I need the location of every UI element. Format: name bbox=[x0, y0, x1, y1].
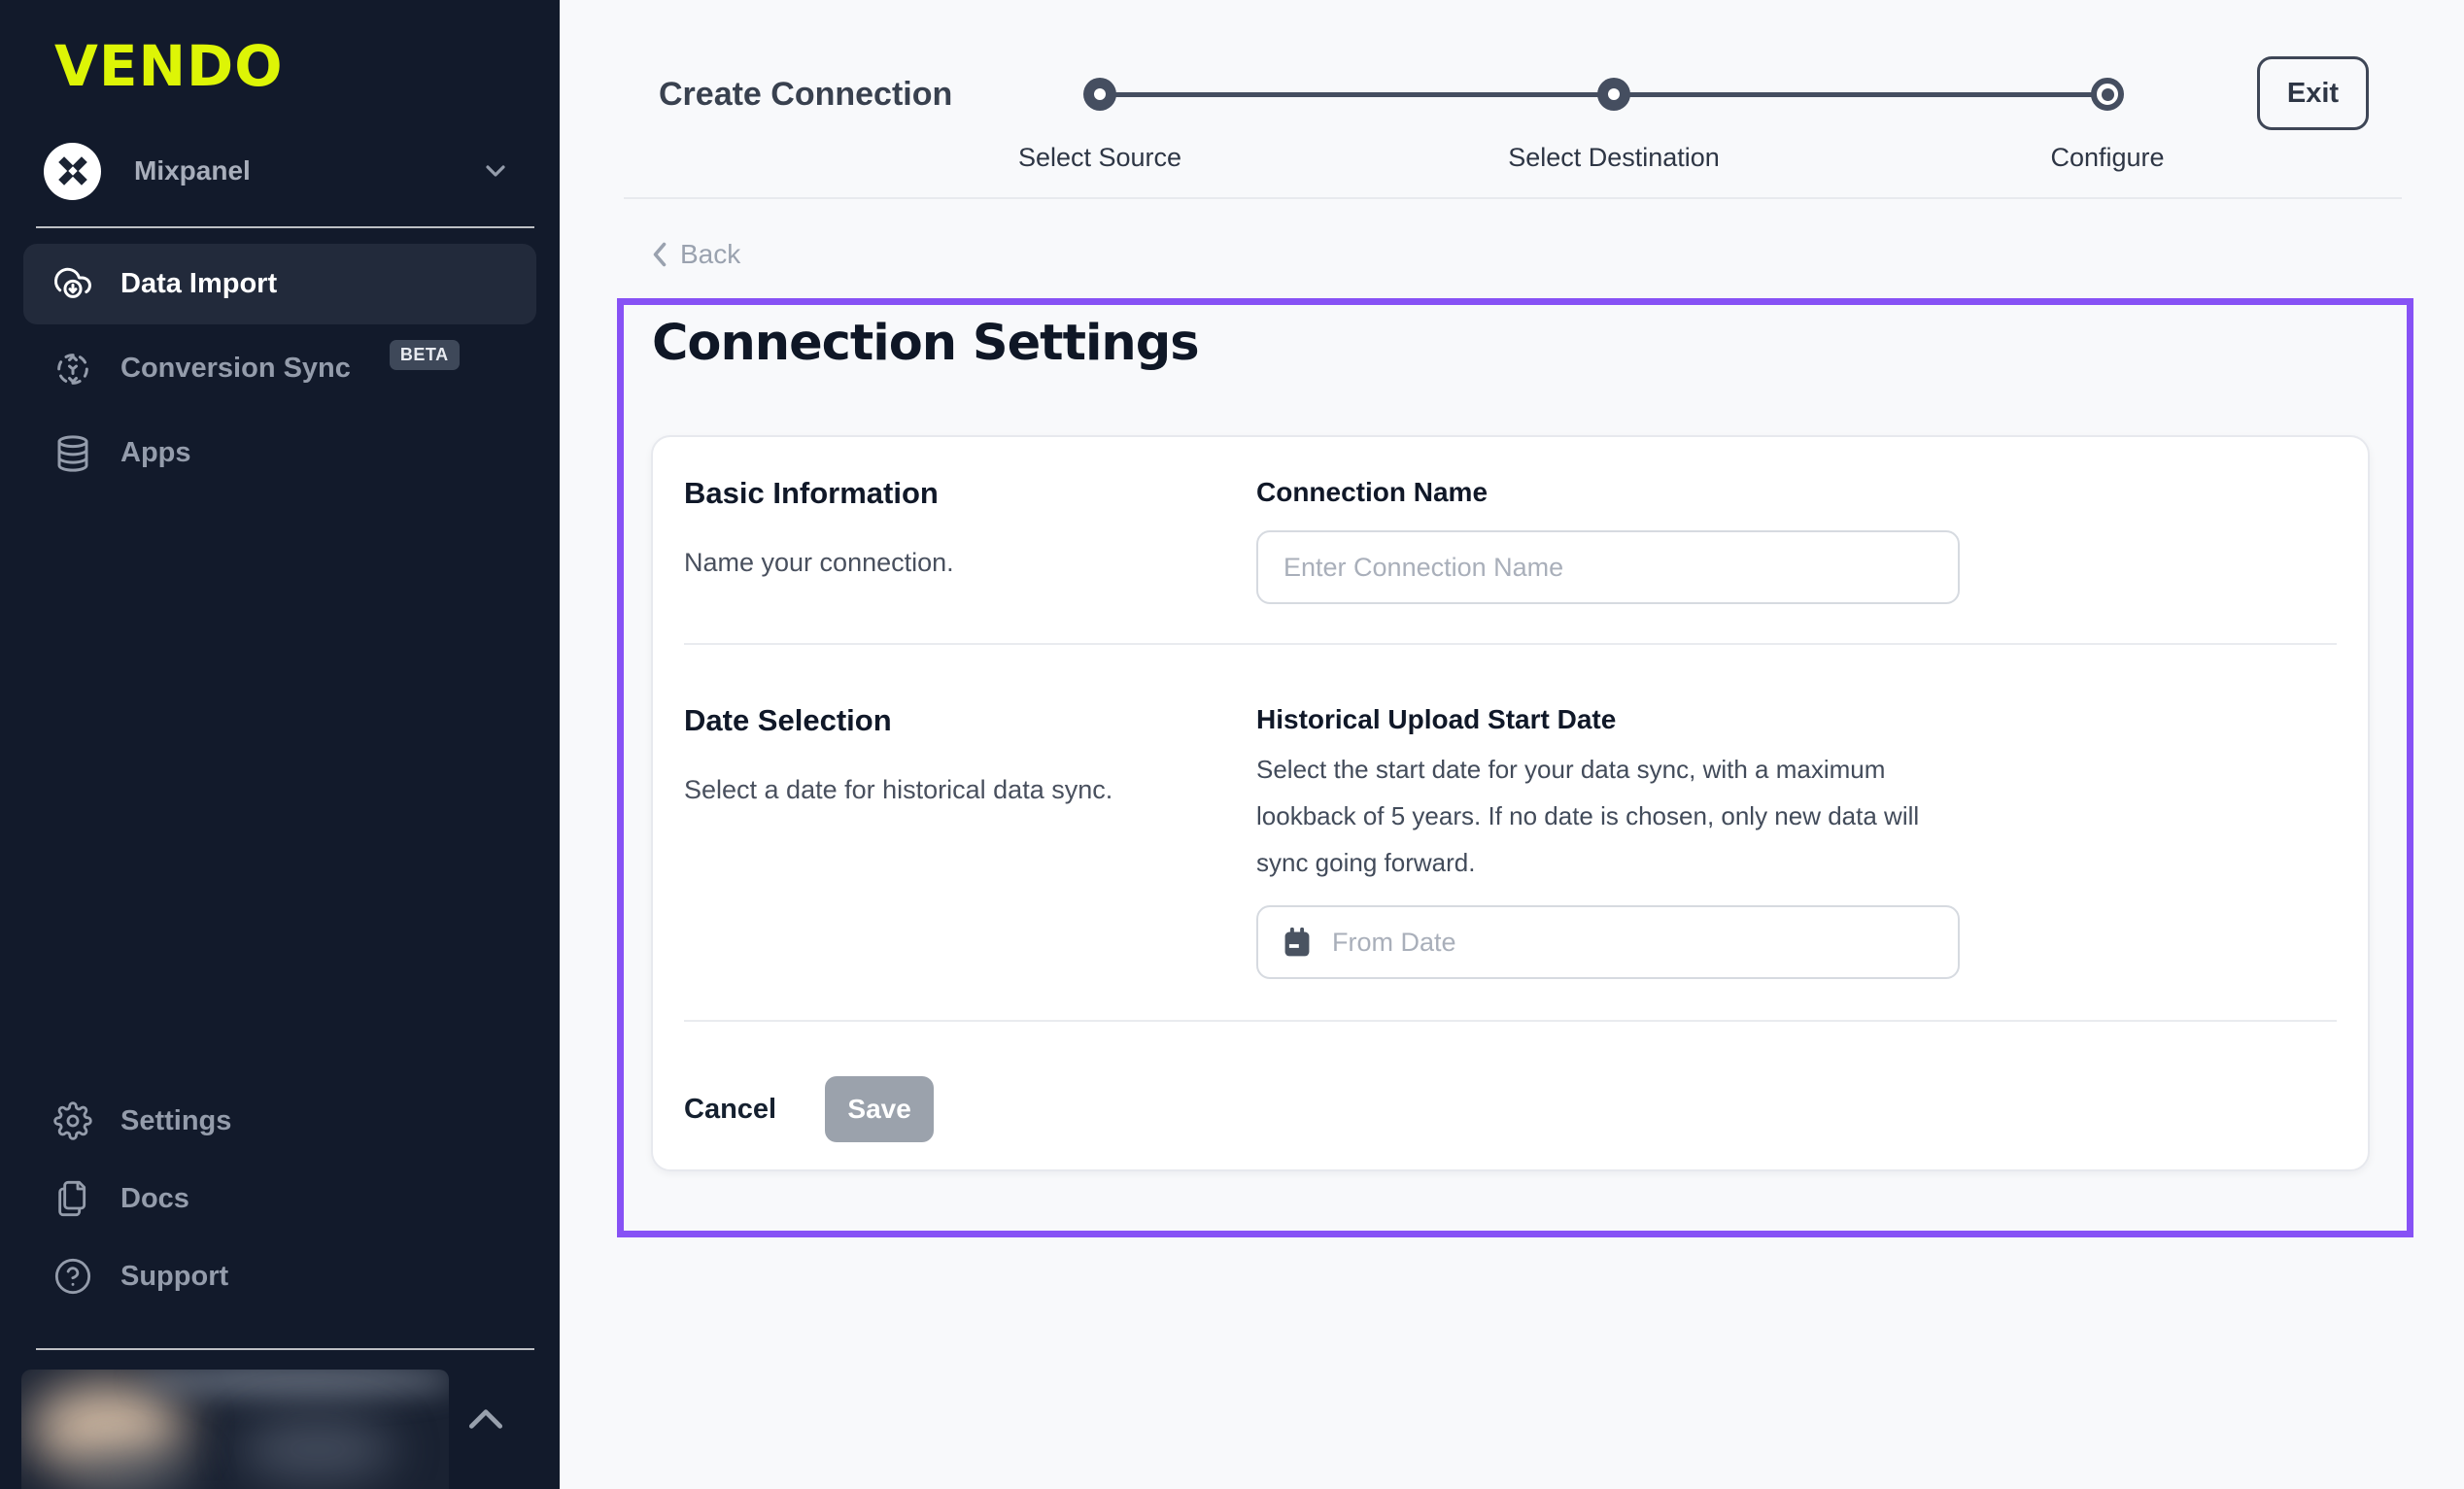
sidebar-footer-nav: Settings Docs bbox=[23, 1082, 536, 1315]
calendar-icon bbox=[1282, 926, 1313, 959]
sidebar-item-apps[interactable]: Apps bbox=[23, 413, 536, 493]
basic-information-row: Basic Information Name your connection. … bbox=[684, 437, 2337, 643]
form-actions: Cancel Save bbox=[684, 1022, 2337, 1142]
section-heading: Basic Information bbox=[684, 476, 1256, 511]
sidebar-item-label: Settings bbox=[120, 1105, 231, 1137]
sidebar-divider-bottom bbox=[36, 1348, 534, 1350]
sidebar-item-label: Support bbox=[120, 1261, 228, 1293]
stepper-line bbox=[1614, 92, 2107, 97]
back-link[interactable]: Back bbox=[649, 239, 740, 270]
sidebar-item-label: Data Import bbox=[120, 268, 277, 300]
step-label-select-destination: Select Destination bbox=[1420, 143, 1808, 173]
back-label: Back bbox=[680, 239, 740, 270]
beta-badge: BETA bbox=[390, 340, 460, 370]
header-divider bbox=[624, 197, 2402, 199]
sidebar-item-docs[interactable]: Docs bbox=[23, 1160, 536, 1237]
sync-scan-icon bbox=[52, 349, 93, 389]
sidebar-item-label: Conversion Sync bbox=[120, 353, 351, 385]
database-icon bbox=[52, 433, 93, 474]
step-label-configure: Configure bbox=[1913, 143, 2302, 173]
sidebar-item-support[interactable]: Support bbox=[23, 1237, 536, 1315]
blurred-detail bbox=[240, 1418, 395, 1480]
step-dot bbox=[1608, 88, 1620, 100]
connection-name-input[interactable] bbox=[1256, 530, 1960, 604]
basic-information-fields: Connection Name bbox=[1256, 476, 2337, 604]
user-account-blurred[interactable] bbox=[21, 1370, 449, 1489]
section-heading: Date Selection bbox=[684, 703, 1256, 738]
section-description: Select a date for historical data sync. bbox=[684, 773, 1256, 806]
step-dot bbox=[1094, 88, 1106, 100]
stepper-line bbox=[1100, 92, 1614, 97]
cloud-download-icon bbox=[52, 264, 93, 305]
sidebar-item-settings[interactable]: Settings bbox=[23, 1082, 536, 1160]
help-icon bbox=[52, 1257, 93, 1296]
gear-icon bbox=[52, 1101, 93, 1140]
date-selection-intro: Date Selection Select a date for histori… bbox=[684, 703, 1256, 979]
docs-icon bbox=[52, 1179, 93, 1218]
connection-settings-panel: Connection Settings Basic Information Na… bbox=[617, 298, 2413, 1237]
mixpanel-avatar bbox=[44, 143, 101, 200]
chevron-down-icon bbox=[480, 155, 511, 186]
app-window: VENDO Mixpanel bbox=[0, 0, 2464, 1489]
sidebar-item-data-import[interactable]: Data Import bbox=[23, 244, 536, 324]
settings-card: Basic Information Name your connection. … bbox=[651, 435, 2370, 1171]
start-date-label: Historical Upload Start Date bbox=[1256, 703, 2337, 736]
save-button[interactable]: Save bbox=[825, 1076, 934, 1142]
workspace-name: Mixpanel bbox=[134, 155, 251, 186]
step-node-select-destination bbox=[1597, 78, 1630, 111]
exit-button[interactable]: Exit bbox=[2257, 56, 2369, 130]
sidebar-nav: Data Import Conversion Sync BETA bbox=[23, 244, 536, 493]
basic-information-intro: Basic Information Name your connection. bbox=[684, 476, 1256, 604]
sidebar: VENDO Mixpanel bbox=[0, 0, 560, 1489]
date-selection-row: Date Selection Select a date for histori… bbox=[684, 645, 2337, 1020]
chevron-up-icon[interactable] bbox=[464, 1404, 507, 1434]
page-title: Create Connection bbox=[659, 73, 952, 116]
step-dot bbox=[2102, 88, 2114, 101]
start-date-help-text: Select the start date for your data sync… bbox=[1256, 746, 1936, 886]
connection-name-label: Connection Name bbox=[1256, 476, 2337, 509]
panel-title: Connection Settings bbox=[652, 315, 1199, 372]
section-description: Name your connection. bbox=[684, 546, 1256, 579]
step-node-configure bbox=[2091, 78, 2124, 111]
step-label-select-source: Select Source bbox=[906, 143, 1294, 173]
step-node-select-source bbox=[1083, 78, 1116, 111]
cancel-button[interactable]: Cancel bbox=[684, 1094, 776, 1126]
chevron-left-icon bbox=[649, 240, 670, 269]
sidebar-item-label: Docs bbox=[120, 1183, 189, 1215]
date-selection-fields: Historical Upload Start Date Select the … bbox=[1256, 703, 2337, 979]
sidebar-divider-top bbox=[36, 226, 534, 228]
vendo-logo: VENDO bbox=[54, 33, 284, 99]
sidebar-item-label: Apps bbox=[120, 437, 191, 469]
blurred-detail bbox=[138, 1370, 449, 1397]
workspace-switcher[interactable]: Mixpanel bbox=[44, 142, 511, 200]
sidebar-item-conversion-sync[interactable]: Conversion Sync BETA bbox=[23, 328, 536, 409]
mixpanel-x-icon bbox=[54, 152, 91, 189]
from-date-input[interactable] bbox=[1330, 927, 1934, 959]
from-date-field[interactable] bbox=[1256, 905, 1960, 979]
